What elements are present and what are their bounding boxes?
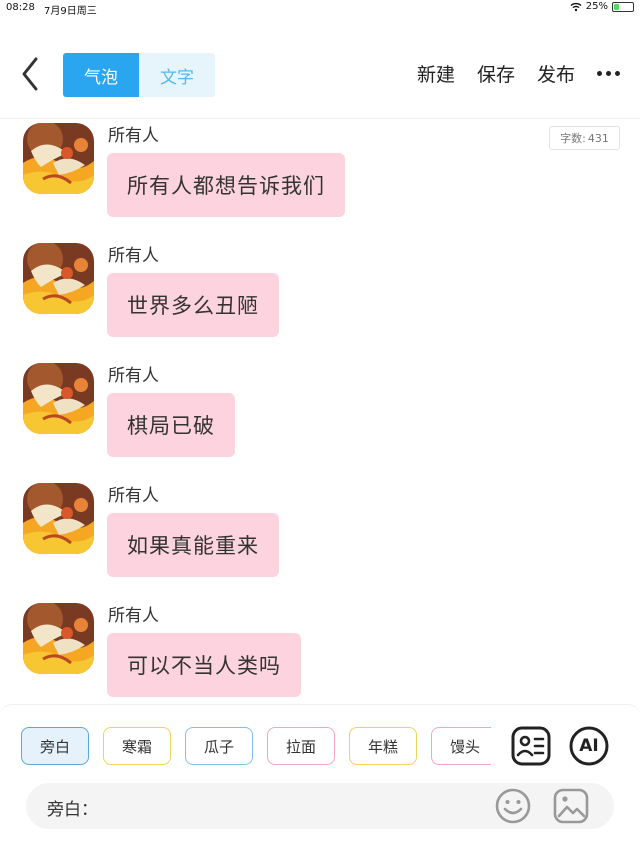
status-indicators: 25%: [570, 1, 634, 12]
message-item[interactable]: 所有人 棋局已破: [0, 359, 640, 479]
wifi-icon: [570, 2, 582, 11]
message-bubble[interactable]: 可以不当人类吗: [107, 633, 301, 697]
role-card-button[interactable]: [510, 725, 552, 767]
back-button[interactable]: [16, 56, 46, 92]
image-button[interactable]: [552, 787, 590, 825]
chat-list: 所有人 所有人都想告诉我们 所有人 世界多么丑陋 所有人 棋局已破 所有人 如果…: [0, 119, 640, 704]
bottom-panel: 旁白 寒霜 瓜子 拉面 年糕 馒头 AI 旁白：: [0, 704, 640, 853]
save-button[interactable]: 保存: [477, 60, 515, 87]
tab-text[interactable]: 文字: [139, 53, 215, 97]
chevron-left-icon: [22, 57, 38, 91]
message-item[interactable]: 所有人 世界多么丑陋: [0, 239, 640, 359]
message-item[interactable]: 所有人 如果真能重来: [0, 479, 640, 599]
ai-label: AI: [579, 736, 599, 756]
message-bubble[interactable]: 棋局已破: [107, 393, 235, 457]
ai-button[interactable]: AI: [568, 725, 610, 767]
more-icon[interactable]: [597, 67, 620, 80]
message-bubble[interactable]: 所有人都想告诉我们: [107, 153, 345, 217]
role-chip[interactable]: 瓜子: [185, 727, 253, 765]
battery-fill: [614, 3, 619, 10]
role-chip[interactable]: 馒头: [431, 727, 491, 765]
avatar[interactable]: [23, 123, 94, 194]
status-date: 7月9日周三: [44, 6, 97, 17]
role-chip-list[interactable]: 旁白 寒霜 瓜子 拉面 年糕 馒头: [21, 727, 491, 767]
sender-name: 所有人: [108, 366, 159, 386]
message-item[interactable]: 所有人 所有人都想告诉我们: [0, 119, 640, 239]
input-role-label: 旁白：: [47, 800, 98, 820]
avatar[interactable]: [23, 603, 94, 674]
message-bubble[interactable]: 世界多么丑陋: [107, 273, 279, 337]
battery-percent: 25%: [585, 1, 608, 12]
role-chip[interactable]: 年糕: [349, 727, 417, 765]
top-toolbar: 气泡 文字 新建 保存 发布: [0, 40, 640, 110]
role-chip[interactable]: 拉面: [267, 727, 335, 765]
sender-name: 所有人: [108, 246, 159, 266]
tab-bubble[interactable]: 气泡: [63, 53, 139, 97]
avatar[interactable]: [23, 363, 94, 434]
word-count-badge: 字数: 431: [549, 126, 620, 150]
contact-card-icon: [511, 726, 551, 766]
avatar[interactable]: [23, 243, 94, 314]
publish-button[interactable]: 发布: [537, 60, 575, 87]
new-button[interactable]: 新建: [417, 60, 455, 87]
status-bar: 08:28 7月9日周三 25%: [0, 0, 640, 17]
message-bubble[interactable]: 如果真能重来: [107, 513, 279, 577]
narration-input[interactable]: 旁白：: [26, 783, 614, 829]
word-count-label: 字数:: [560, 132, 586, 145]
avatar[interactable]: [23, 483, 94, 554]
battery-icon: [612, 1, 634, 12]
word-count-value: 431: [587, 131, 609, 145]
status-time: 08:28: [6, 2, 35, 13]
emoji-icon: [495, 788, 531, 824]
message-item[interactable]: 所有人 可以不当人类吗: [0, 599, 640, 704]
mode-segmented-control: 气泡 文字: [63, 53, 215, 97]
image-icon: [553, 788, 589, 824]
role-chip[interactable]: 旁白: [21, 727, 89, 765]
role-chip[interactable]: 寒霜: [103, 727, 171, 765]
header-actions: 新建 保存 发布: [417, 60, 620, 87]
sender-name: 所有人: [108, 126, 159, 146]
sender-name: 所有人: [108, 606, 159, 626]
sender-name: 所有人: [108, 486, 159, 506]
emoji-button[interactable]: [494, 787, 532, 825]
